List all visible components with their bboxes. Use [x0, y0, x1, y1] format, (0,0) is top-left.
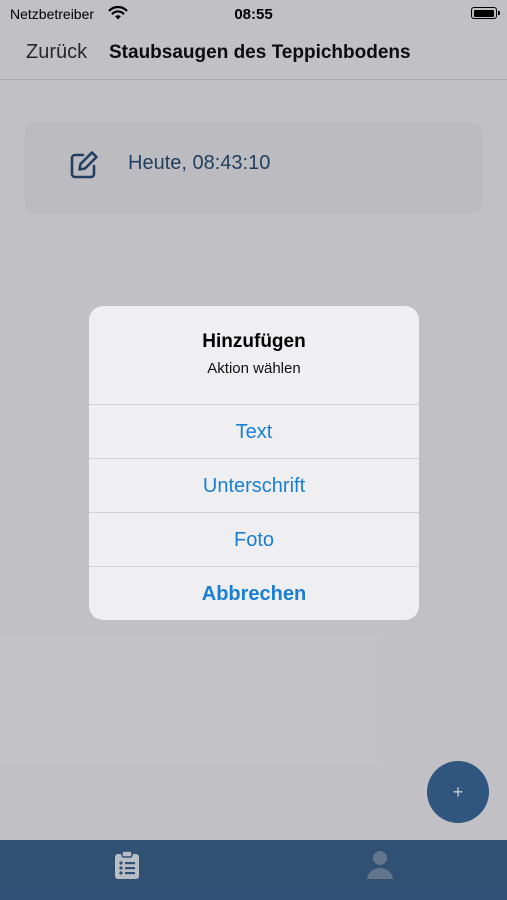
photo-button[interactable]: Foto: [89, 512, 419, 566]
text-button[interactable]: Text: [89, 404, 419, 458]
dialog-title: Hinzufügen: [202, 331, 306, 352]
signature-button[interactable]: Unterschrift: [89, 458, 419, 512]
action-sheet-dialog: Hinzufügen Aktion wählen Text Unterschri…: [89, 306, 419, 620]
dialog-message: Aktion wählen: [207, 360, 301, 377]
cancel-button[interactable]: Abbrechen: [89, 566, 419, 620]
dialog-header: Hinzufügen Aktion wählen: [89, 306, 419, 404]
